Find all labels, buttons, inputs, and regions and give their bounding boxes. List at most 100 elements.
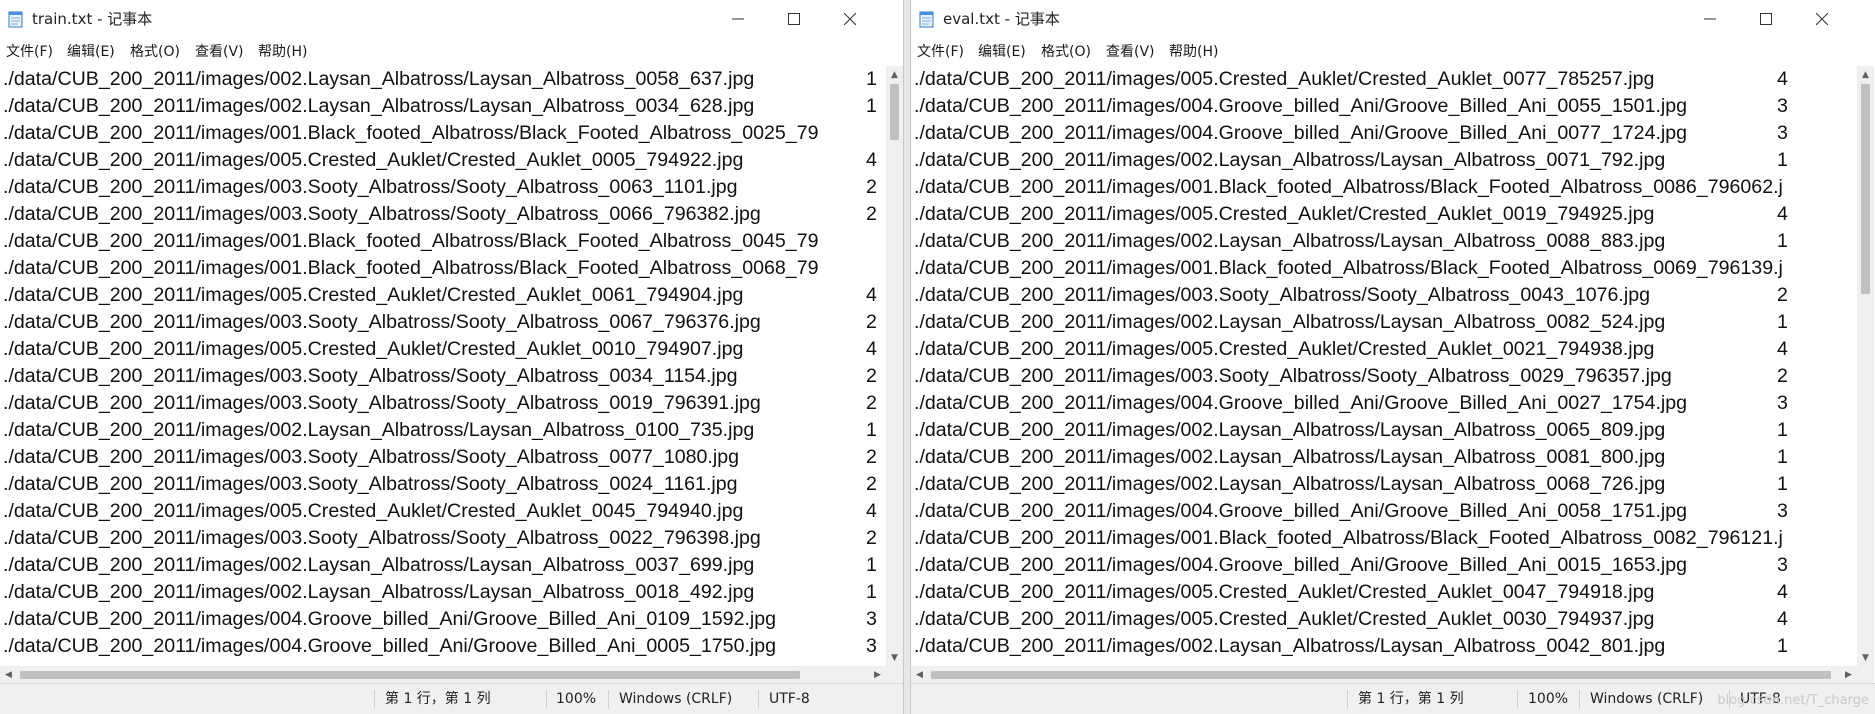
scroll-up-arrow-icon[interactable]: ▲	[1857, 66, 1874, 83]
text-line: ./data/CUB_200_2011/images/002.Laysan_Al…	[0, 93, 886, 120]
status-separator	[374, 690, 375, 709]
text-line: ./data/CUB_200_2011/images/002.Laysan_Al…	[911, 309, 1857, 336]
text-line: ./data/CUB_200_2011/images/003.Sooty_Alb…	[0, 363, 886, 390]
line-path: ./data/CUB_200_2011/images/001.Black_foo…	[914, 527, 1783, 549]
text-line: ./data/CUB_200_2011/images/002.Laysan_Al…	[911, 417, 1857, 444]
title-bar[interactable]: train.txt - 记事本	[0, 0, 903, 38]
text-line: ./data/CUB_200_2011/images/005.Crested_A…	[911, 66, 1857, 93]
scrollbar-corner	[886, 666, 903, 683]
vertical-scrollbar[interactable]: ▲ ▼	[1857, 66, 1874, 666]
line-label: 3	[866, 608, 877, 630]
line-path: ./data/CUB_200_2011/images/004.Groove_bi…	[914, 500, 1688, 522]
line-label: 2	[866, 527, 877, 549]
line-label: 3	[1777, 95, 1788, 117]
menu-view[interactable]: 查看(V)	[195, 40, 244, 64]
line-label: 2	[866, 473, 877, 495]
text-line: ./data/CUB_200_2011/images/002.Laysan_Al…	[911, 471, 1857, 498]
text-line: ./data/CUB_200_2011/images/005.Crested_A…	[911, 606, 1857, 633]
menu-edit[interactable]: 编辑(E)	[67, 40, 115, 64]
line-path: ./data/CUB_200_2011/images/003.Sooty_Alb…	[3, 527, 761, 549]
scroll-down-arrow-icon[interactable]: ▼	[886, 649, 903, 666]
text-editor[interactable]: ./data/CUB_200_2011/images/002.Laysan_Al…	[0, 66, 886, 666]
maximize-icon	[1760, 13, 1772, 25]
status-zoom: 100%	[1528, 691, 1569, 707]
line-path: ./data/CUB_200_2011/images/003.Sooty_Alb…	[3, 446, 739, 468]
text-line: ./data/CUB_200_2011/images/003.Sooty_Alb…	[0, 471, 886, 498]
vertical-scroll-thumb[interactable]	[1861, 84, 1870, 294]
line-label: 1	[1777, 311, 1788, 333]
line-label: 2	[1777, 284, 1788, 306]
text-line: ./data/CUB_200_2011/images/003.Sooty_Alb…	[0, 525, 886, 552]
minimize-button[interactable]	[1682, 0, 1738, 38]
window-title: train.txt - 记事本	[32, 10, 153, 28]
vertical-scrollbar[interactable]: ▲ ▼	[886, 66, 903, 666]
horizontal-scroll-thumb[interactable]	[20, 671, 800, 679]
line-label: 3	[866, 635, 877, 657]
line-path: ./data/CUB_200_2011/images/002.Laysan_Al…	[3, 554, 755, 576]
line-path: ./data/CUB_200_2011/images/003.Sooty_Alb…	[3, 203, 761, 225]
scroll-left-arrow-icon[interactable]: ◀	[911, 666, 928, 683]
status-separator	[608, 690, 609, 709]
line-path: ./data/CUB_200_2011/images/005.Crested_A…	[3, 338, 744, 360]
minimize-icon	[1704, 18, 1716, 20]
menu-format[interactable]: 格式(O)	[1041, 40, 1091, 64]
line-label: 2	[866, 176, 877, 198]
line-label: 1	[1777, 230, 1788, 252]
line-path: ./data/CUB_200_2011/images/001.Black_foo…	[3, 230, 819, 252]
text-line: ./data/CUB_200_2011/images/001.Black_foo…	[0, 255, 886, 282]
close-button[interactable]	[822, 0, 878, 38]
line-path: ./data/CUB_200_2011/images/003.Sooty_Alb…	[914, 365, 1672, 387]
line-path: ./data/CUB_200_2011/images/002.Laysan_Al…	[914, 446, 1666, 468]
text-line: ./data/CUB_200_2011/images/005.Crested_A…	[911, 201, 1857, 228]
line-label: 1	[866, 68, 877, 90]
line-label: 4	[866, 284, 877, 306]
line-path: ./data/CUB_200_2011/images/004.Groove_bi…	[914, 122, 1688, 144]
title-bar[interactable]: eval.txt - 记事本	[911, 0, 1875, 38]
line-path: ./data/CUB_200_2011/images/002.Laysan_Al…	[3, 581, 755, 603]
horizontal-scrollbar[interactable]: ◀ ▶	[0, 666, 886, 683]
line-path: ./data/CUB_200_2011/images/002.Laysan_Al…	[3, 68, 755, 90]
horizontal-scroll-thumb[interactable]	[931, 671, 1831, 679]
line-label: 3	[1777, 392, 1788, 414]
status-line-ending: Windows (CRLF)	[1590, 691, 1704, 707]
menu-format[interactable]: 格式(O)	[130, 40, 180, 64]
text-line: ./data/CUB_200_2011/images/003.Sooty_Alb…	[911, 363, 1857, 390]
text-line: ./data/CUB_200_2011/images/004.Groove_bi…	[0, 606, 886, 633]
line-path: ./data/CUB_200_2011/images/002.Laysan_Al…	[3, 419, 755, 441]
line-label: 1	[1777, 473, 1788, 495]
menu-file[interactable]: 文件(F)	[917, 40, 964, 64]
text-line: ./data/CUB_200_2011/images/002.Laysan_Al…	[911, 633, 1857, 660]
status-separator	[758, 690, 759, 709]
line-path: ./data/CUB_200_2011/images/003.Sooty_Alb…	[3, 473, 738, 495]
horizontal-scrollbar[interactable]: ◀ ▶	[911, 666, 1857, 683]
vertical-scroll-thumb[interactable]	[890, 84, 899, 140]
scroll-right-arrow-icon[interactable]: ▶	[1840, 666, 1857, 683]
scroll-right-arrow-icon[interactable]: ▶	[869, 666, 886, 683]
text-line: ./data/CUB_200_2011/images/001.Black_foo…	[911, 525, 1857, 552]
close-button[interactable]	[1794, 0, 1850, 38]
menu-help[interactable]: 帮助(H)	[258, 40, 307, 64]
status-cursor-position: 第 1 行，第 1 列	[1358, 691, 1464, 707]
notepad-window-eval[interactable]: eval.txt - 记事本 文件(F) 编辑(E) 格式(O) 查看(V) 帮…	[910, 0, 1875, 714]
scroll-left-arrow-icon[interactable]: ◀	[0, 666, 17, 683]
scroll-down-arrow-icon[interactable]: ▼	[1857, 649, 1874, 666]
maximize-button[interactable]	[1738, 0, 1794, 38]
menu-file[interactable]: 文件(F)	[6, 40, 53, 64]
line-path: ./data/CUB_200_2011/images/004.Groove_bi…	[914, 95, 1688, 117]
line-path: ./data/CUB_200_2011/images/005.Crested_A…	[3, 500, 744, 522]
scroll-up-arrow-icon[interactable]: ▲	[886, 66, 903, 83]
maximize-button[interactable]	[766, 0, 822, 38]
menu-edit[interactable]: 编辑(E)	[978, 40, 1026, 64]
line-path: ./data/CUB_200_2011/images/001.Black_foo…	[3, 122, 819, 144]
menu-help[interactable]: 帮助(H)	[1169, 40, 1218, 64]
line-label: 1	[866, 95, 877, 117]
scrollbar-corner	[1857, 666, 1874, 683]
line-label: 1	[866, 581, 877, 603]
text-line: ./data/CUB_200_2011/images/003.Sooty_Alb…	[0, 174, 886, 201]
text-editor[interactable]: ./data/CUB_200_2011/images/005.Crested_A…	[911, 66, 1857, 666]
minimize-button[interactable]	[710, 0, 766, 38]
line-label: 4	[1777, 338, 1788, 360]
notepad-window-train[interactable]: train.txt - 记事本 文件(F) 编辑(E) 格式(O) 查看(V) …	[0, 0, 904, 714]
text-line: ./data/CUB_200_2011/images/002.Laysan_Al…	[0, 579, 886, 606]
menu-view[interactable]: 查看(V)	[1106, 40, 1155, 64]
